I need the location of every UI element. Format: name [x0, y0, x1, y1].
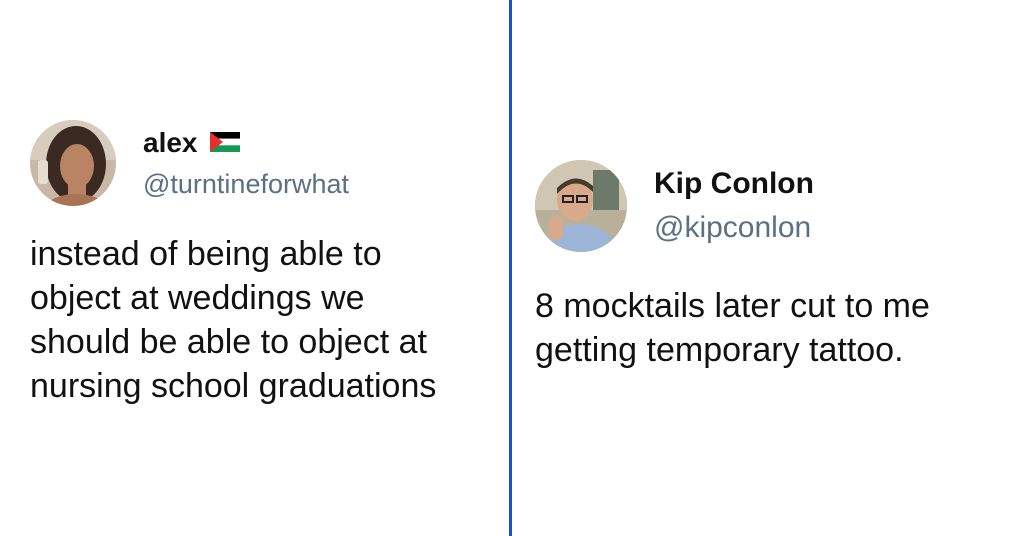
avatar[interactable]: [30, 120, 116, 206]
palestine-flag-icon: [209, 127, 240, 159]
user-names: Kip Conlon @kipconlon: [654, 167, 814, 245]
tweet-card-alex: alex @turntineforwhat instead of being a…: [30, 120, 500, 408]
tweet-header: Kip Conlon @kipconlon: [535, 160, 1015, 252]
tweet-header: alex @turntineforwhat: [30, 120, 500, 206]
tweet-text: 8 mocktails later cut to me getting temp…: [535, 284, 1015, 372]
tweet-text-line: object at weddings we: [30, 279, 365, 317]
user-handle[interactable]: @kipconlon: [654, 211, 814, 245]
avatar[interactable]: [535, 160, 627, 252]
column-divider: [509, 0, 512, 536]
tweet-text-line: instead of being able to: [30, 235, 382, 273]
user-names: alex @turntineforwhat: [143, 127, 349, 200]
tweet-text-line: getting temporary tattoo.: [535, 331, 904, 369]
display-name-text: Kip Conlon: [654, 167, 814, 200]
tweet-card-kip-conlon: Kip Conlon @kipconlon 8 mocktails later …: [535, 160, 1015, 372]
tweet-text: instead of being able to object at weddi…: [30, 232, 500, 408]
display-name-text: alex: [143, 126, 198, 158]
display-name[interactable]: alex: [143, 127, 349, 159]
tweet-text-line: nursing school graduations: [30, 367, 437, 405]
avatar-image: [30, 120, 116, 206]
tweet-text-line: 8 mocktails later cut to me: [535, 287, 930, 325]
tweet-text-line: should be able to object at: [30, 323, 427, 361]
display-name[interactable]: Kip Conlon: [654, 167, 814, 201]
user-handle[interactable]: @turntineforwhat: [143, 169, 349, 200]
avatar-image: [535, 160, 627, 252]
